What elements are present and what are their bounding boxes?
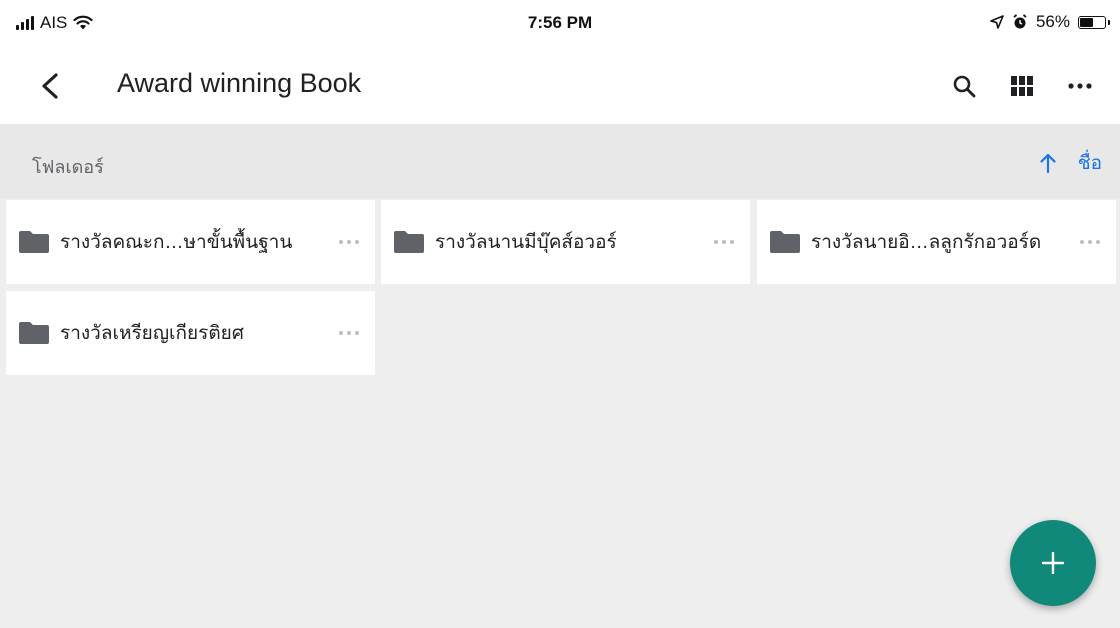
battery-percent: 56% <box>1035 12 1070 31</box>
folder-more-button[interactable] <box>706 224 742 260</box>
folder-card[interactable]: รางวัลเหรียญเกียรติยศ <box>6 291 375 375</box>
more-horizontal-icon <box>339 240 359 244</box>
folder-more-button[interactable] <box>1072 224 1108 260</box>
wifi-icon <box>73 15 94 30</box>
status-right: 56% <box>990 12 1110 32</box>
more-horizontal-icon <box>339 331 359 335</box>
folder-card[interactable]: รางวัลนายอิ…ลลูกรักอวอร์ด <box>757 200 1116 284</box>
back-button[interactable] <box>32 68 68 104</box>
search-icon <box>953 75 976 98</box>
sort-bar: โฟลเดอร์ ชื่อ <box>0 124 1120 198</box>
grid-view-icon <box>1011 76 1033 96</box>
plus-icon <box>1042 552 1064 574</box>
arrow-up-icon <box>1040 153 1056 173</box>
grid-view-button[interactable] <box>1002 66 1042 106</box>
page-title: Award winning Book <box>117 68 362 98</box>
status-left: AIS <box>16 13 94 33</box>
more-horizontal-icon <box>1068 83 1092 89</box>
app-bar: Award winning Book <box>0 48 1120 124</box>
folder-icon <box>769 230 801 254</box>
more-options-button[interactable] <box>1060 66 1100 106</box>
signal-icon <box>16 16 34 30</box>
folder-icon <box>18 321 50 345</box>
folder-icon <box>393 230 425 254</box>
folder-icon <box>18 230 50 254</box>
folder-card[interactable]: รางวัลคณะก…ษาขั้นพื้นฐาน <box>6 200 375 284</box>
folder-name: รางวัลนายอิ…ลลูกรักอวอร์ด <box>811 232 1042 253</box>
status-bar: AIS 7:56 PM 56% <box>0 0 1120 48</box>
battery-icon <box>1078 15 1110 29</box>
folder-name: รางวัลนานมีบุ๊คส์อวอร์ <box>435 232 617 253</box>
search-button[interactable] <box>944 66 984 106</box>
add-button[interactable] <box>1010 520 1096 606</box>
carrier-name: AIS <box>40 13 68 32</box>
battery-fill <box>1080 17 1094 27</box>
sort-by-name-button[interactable]: ชื่อ <box>1040 148 1102 178</box>
more-horizontal-icon <box>714 240 734 244</box>
app-bar-actions <box>944 66 1100 106</box>
location-arrow-icon <box>990 15 1004 29</box>
folder-card[interactable]: รางวัลนานมีบุ๊คส์อวอร์ <box>381 200 750 284</box>
more-horizontal-icon <box>1080 240 1100 244</box>
folder-more-button[interactable] <box>331 224 367 260</box>
folder-name: รางวัลคณะก…ษาขั้นพื้นฐาน <box>60 232 293 253</box>
section-label-folders: โฟลเดอร์ <box>32 157 104 177</box>
status-time: 7:56 PM <box>527 13 593 32</box>
alarm-icon <box>1013 14 1027 29</box>
folder-more-button[interactable] <box>331 315 367 351</box>
chevron-left-icon <box>42 73 58 99</box>
sort-label: ชื่อ <box>1077 153 1102 174</box>
folder-name: รางวัลเหรียญเกียรติยศ <box>60 323 244 344</box>
